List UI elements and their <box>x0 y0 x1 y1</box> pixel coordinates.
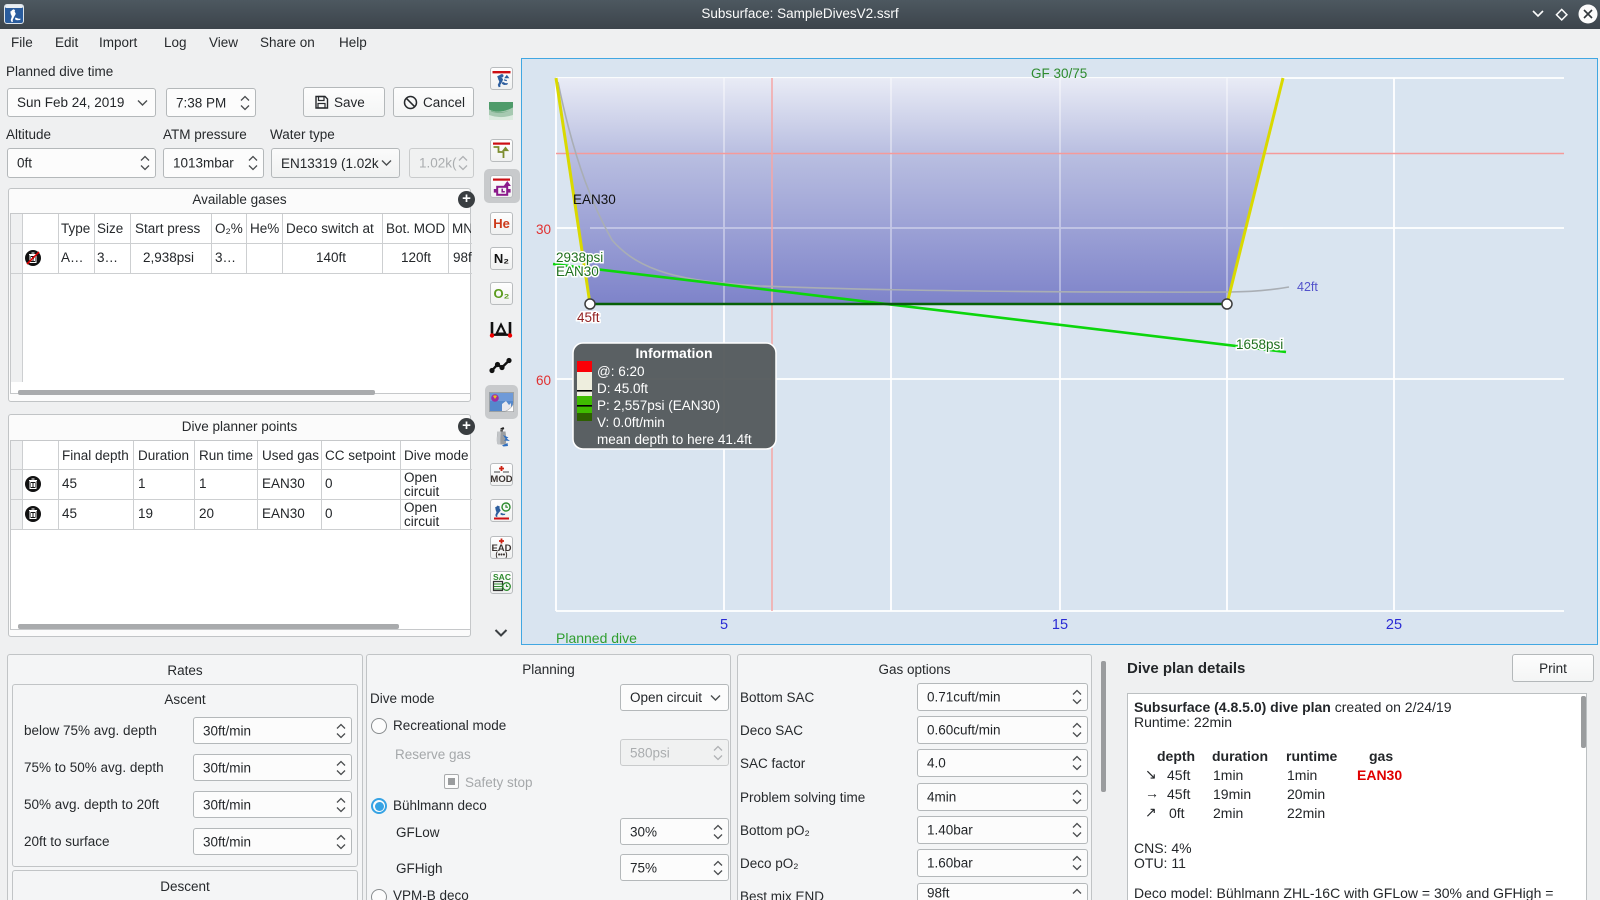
svg-text:GF 30/75: GF 30/75 <box>1031 66 1087 81</box>
svg-text:EAN30: EAN30 <box>556 264 599 279</box>
svg-text:Information: Information <box>636 345 713 361</box>
svg-text:Planned dive: Planned dive <box>556 630 637 645</box>
svg-text:1658psi: 1658psi <box>1236 337 1283 352</box>
svg-text:@: 6:20: @: 6:20 <box>597 364 644 379</box>
svg-text:2938psi: 2938psi <box>556 250 603 265</box>
svg-text:EAN30: EAN30 <box>573 192 616 207</box>
svg-text:60: 60 <box>536 373 551 388</box>
svg-text:25: 25 <box>1386 617 1402 633</box>
svg-text:V: 0.0ft/min: V: 0.0ft/min <box>597 415 665 430</box>
svg-text:42ft: 42ft <box>1297 280 1318 294</box>
svg-text:45ft: 45ft <box>577 310 600 325</box>
svg-text:30: 30 <box>536 222 551 237</box>
svg-text:SAC: SAC <box>493 572 511 582</box>
svg-text:(•••): (•••) <box>495 552 507 558</box>
svg-text:15: 15 <box>1052 617 1068 633</box>
svg-text:MOD: MOD <box>491 474 512 485</box>
svg-text:P: 2,557psi (EAN30): P: 2,557psi (EAN30) <box>597 398 720 413</box>
svg-text:mean depth to here 41.4ft: mean depth to here 41.4ft <box>597 432 752 447</box>
svg-text:5: 5 <box>720 617 728 633</box>
svg-text:D: 45.0ft: D: 45.0ft <box>597 381 648 396</box>
